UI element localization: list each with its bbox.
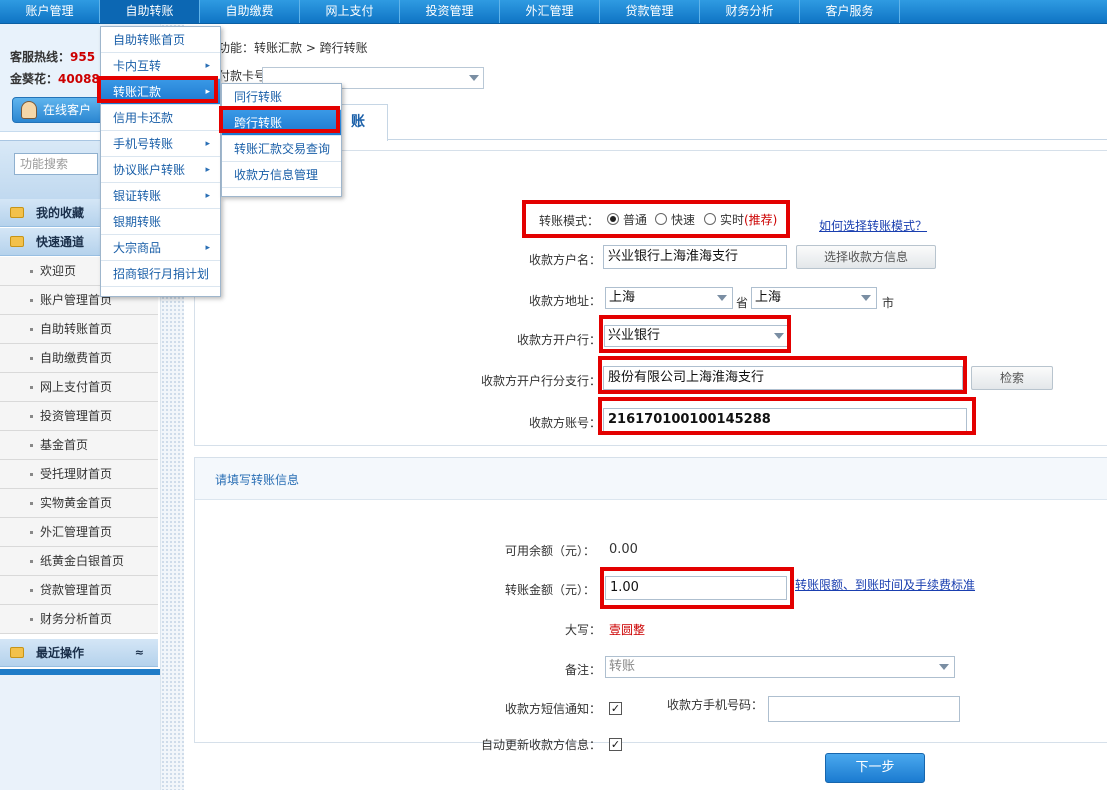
- remark-label: 备注：: [565, 663, 602, 677]
- branch-label: 收款方开户行分支行：: [481, 374, 602, 388]
- uppercase-label: 大写：: [565, 623, 602, 637]
- quick-item-paper-gold-home[interactable]: 纸黄金白银首页: [0, 547, 158, 576]
- top-nav: 账户管理 自助转账 自助缴费 网上支付 投资管理 外汇管理 贷款管理 财务分析 …: [0, 0, 1107, 24]
- select-payee-button[interactable]: 选择收款方信息: [796, 245, 936, 269]
- highlight-mode: [522, 200, 790, 238]
- quick-item-payment-home[interactable]: 自助缴费首页: [0, 344, 158, 373]
- person-icon: [21, 101, 37, 119]
- menu-item-bank-futures[interactable]: 银期转账: [101, 209, 220, 235]
- breadcrumb-bar: 功能：转账汇款 > 跨行转账: [184, 30, 1107, 60]
- sms-checkbox[interactable]: ✓: [609, 702, 622, 715]
- menu-item-bank-securities[interactable]: 银证转账 ▸: [101, 183, 220, 209]
- address-label: 收款方地址：: [529, 294, 602, 308]
- sms-label: 收款方短信通知：: [505, 702, 602, 716]
- menu-item-agreement-transfer[interactable]: 协议账户转账 ▸: [101, 157, 220, 183]
- branch-search-button[interactable]: 检索: [971, 366, 1053, 390]
- phone-label: 收款方手机号码：: [667, 698, 764, 712]
- transfer-remit-submenu: 同行转账 跨行转账 转账汇款交易查询 收款方信息管理: [221, 83, 342, 197]
- hotline: 客服热线：955: [10, 50, 96, 64]
- transfer-section: 请填写转账信息 可用余额（元）： 0.00 转账金额（元）： 1.00 转账限额…: [194, 457, 1107, 752]
- chevron-down-icon: [717, 295, 727, 301]
- auto-update-checkbox[interactable]: ✓: [609, 738, 622, 751]
- nav-investment[interactable]: 投资管理: [400, 0, 500, 23]
- menu-item-credit-repay[interactable]: 信用卡还款: [101, 105, 220, 131]
- nav-online-pay[interactable]: 网上支付: [300, 0, 400, 23]
- menu-item-transfer-home[interactable]: 自助转账首页: [101, 27, 220, 53]
- bank-label: 收款方开户行：: [517, 333, 602, 347]
- phone-input[interactable]: [768, 696, 960, 722]
- province-suffix: 省: [736, 296, 749, 310]
- amount-label: 转账金额（元）：: [505, 583, 596, 597]
- account-label: 收款方账号：: [529, 416, 602, 430]
- chevron-right-icon: ▸: [205, 191, 210, 201]
- highlight-submenu-interbank: [219, 106, 340, 133]
- quick-item-gold-home[interactable]: 实物黄金首页: [0, 489, 158, 518]
- quick-item-loan-home[interactable]: 贷款管理首页: [0, 576, 158, 605]
- quick-item-forex-home[interactable]: 外汇管理首页: [0, 518, 158, 547]
- mode-help-link[interactable]: 如何选择转账模式？: [819, 217, 927, 234]
- chevron-right-icon: ▸: [205, 165, 210, 175]
- jinkuihua-hotline: 金葵花：40088: [10, 72, 100, 86]
- function-search-input[interactable]: 功能搜索: [14, 153, 98, 175]
- payee-name-input[interactable]: 兴业银行上海淮海支行: [603, 245, 787, 269]
- limit-info-link[interactable]: 转账限额、到账时间及手续费标准: [795, 576, 975, 593]
- auto-update-label: 自动更新收款方信息：: [481, 738, 602, 752]
- nav-self-payment[interactable]: 自助缴费: [200, 0, 300, 23]
- city-suffix: 市: [882, 296, 895, 310]
- submenu-transfer-query[interactable]: 转账汇款交易查询: [222, 136, 341, 162]
- highlight-bank: [599, 315, 791, 353]
- quick-item-investment-home[interactable]: 投资管理首页: [0, 402, 158, 431]
- nav-forex[interactable]: 外汇管理: [500, 0, 600, 23]
- payee-name-label: 收款方户名：: [529, 253, 602, 267]
- submenu-payee-mgmt[interactable]: 收款方信息管理: [222, 162, 341, 188]
- folder-icon: [10, 647, 24, 658]
- collapse-icon[interactable]: ≈: [135, 639, 144, 667]
- nav-self-transfer[interactable]: 自助转账: [100, 0, 200, 23]
- highlight-menu-transfer-remit: [97, 76, 218, 103]
- nav-finance-analysis[interactable]: 财务分析: [700, 0, 800, 23]
- transfer-section-title: 请填写转账信息: [195, 458, 1107, 500]
- menu-item-monthly-donation[interactable]: 招商银行月捐计划: [101, 261, 220, 287]
- highlight-amount: [600, 567, 794, 609]
- menu-item-phone-transfer[interactable]: 手机号转账 ▸: [101, 131, 220, 157]
- uppercase-value: 壹圆整: [609, 623, 646, 637]
- city-select[interactable]: 上海: [751, 287, 877, 309]
- nav-customer-service[interactable]: 客户服务: [800, 0, 900, 23]
- quick-item-trust-home[interactable]: 受托理财首页: [0, 460, 158, 489]
- folder-icon: [10, 207, 24, 218]
- quick-item-finance-home[interactable]: 财务分析首页: [0, 605, 158, 634]
- self-transfer-dropdown: 自助转账首页 卡内互转 ▸ 转账汇款 ▸ 信用卡还款 手机号转账 ▸ 协议账户转账 ▸ …: [100, 26, 221, 297]
- next-step-button[interactable]: 下一步: [825, 753, 925, 783]
- nav-loan[interactable]: 贷款管理: [600, 0, 700, 23]
- quick-item-fund-home[interactable]: 基金首页: [0, 431, 158, 460]
- left-bottom-area: [0, 675, 160, 790]
- balance-label: 可用余额（元）：: [505, 544, 596, 558]
- quick-item-transfer-home[interactable]: 自助转账首页: [0, 315, 158, 344]
- chevron-right-icon: ▸: [205, 139, 210, 149]
- chevron-down-icon: [469, 75, 479, 81]
- menu-item-commodities[interactable]: 大宗商品 ▸: [101, 235, 220, 261]
- province-select[interactable]: 上海: [605, 287, 733, 309]
- quick-item-online-pay-home[interactable]: 网上支付首页: [0, 373, 158, 402]
- remark-select[interactable]: 转账: [605, 656, 955, 678]
- nav-account-mgmt[interactable]: 账户管理: [0, 0, 100, 23]
- chevron-down-icon: [939, 664, 949, 670]
- chevron-down-icon: [861, 295, 871, 301]
- quick-channel-list: 欢迎页 账户管理首页 自助转账首页 自助缴费首页 网上支付首页 投资管理首页 基…: [0, 257, 158, 634]
- balance-value: 0.00: [609, 542, 638, 557]
- menu-recent-ops[interactable]: 最近操作 ≈: [0, 639, 158, 667]
- chevron-right-icon: ▸: [205, 243, 210, 253]
- folder-icon: [10, 236, 24, 247]
- breadcrumb: 功能：转账汇款 > 跨行转账: [218, 41, 368, 55]
- highlight-branch: [598, 356, 967, 394]
- highlight-account: [598, 397, 976, 435]
